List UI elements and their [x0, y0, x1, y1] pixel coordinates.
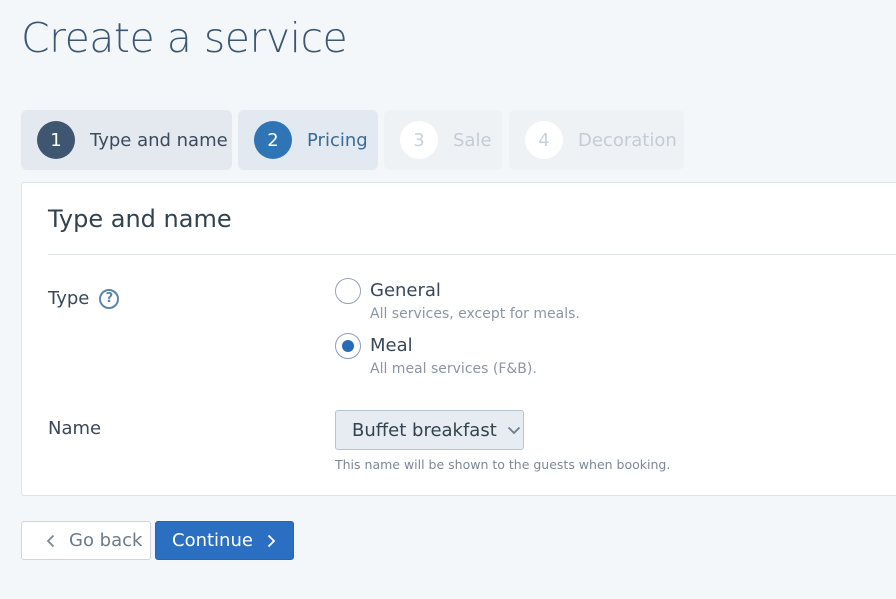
type-label-text: Type	[48, 288, 90, 309]
radio-general[interactable]	[335, 278, 361, 304]
continue-button[interactable]: Continue	[155, 521, 294, 560]
step-number: 3	[400, 121, 438, 159]
radio-meal-description: All meal services (F&B).	[370, 361, 537, 377]
name-hint: This name will be shown to the guests wh…	[335, 457, 671, 472]
radio-general-description: All services, except for meals.	[370, 306, 580, 322]
step-number: 4	[525, 121, 563, 159]
page-title: Create a service	[21, 14, 348, 62]
step-number: 2	[254, 121, 292, 159]
panel-divider	[48, 254, 896, 255]
name-select[interactable]: Buffet breakfast	[335, 410, 524, 450]
go-back-button[interactable]: Go back	[21, 521, 151, 560]
step-label: Pricing	[307, 129, 368, 151]
name-field-label: Name	[48, 418, 101, 439]
chevron-right-icon	[267, 534, 276, 548]
question-circle-icon[interactable]: ?	[99, 288, 120, 309]
step-label: Decoration	[578, 129, 677, 151]
step-decoration: 4 Decoration	[509, 110, 684, 170]
step-label: Sale	[453, 129, 492, 151]
step-type-and-name[interactable]: 1 Type and name	[21, 110, 232, 170]
step-sale: 3 Sale	[384, 110, 502, 170]
radio-meal[interactable]	[335, 333, 361, 359]
radio-general-label: General	[370, 280, 441, 301]
continue-label: Continue	[172, 530, 253, 551]
name-select-value: Buffet breakfast	[352, 419, 497, 441]
radio-option-meal[interactable]: Meal All meal services (F&B).	[335, 333, 537, 377]
go-back-label: Go back	[69, 530, 143, 551]
radio-meal-label: Meal	[370, 335, 413, 356]
name-label-text: Name	[48, 418, 102, 439]
chevron-down-icon	[507, 426, 521, 435]
step-number: 1	[37, 121, 75, 159]
radio-option-general[interactable]: General All services, except for meals.	[335, 278, 580, 322]
step-label: Type and name	[90, 129, 228, 151]
panel-title: Type and name	[48, 205, 232, 233]
chevron-left-icon	[46, 534, 55, 548]
step-pricing[interactable]: 2 Pricing	[238, 110, 378, 170]
type-and-name-panel: Type and name Type ? General All service…	[21, 182, 896, 496]
type-field-label: Type ?	[48, 288, 120, 309]
